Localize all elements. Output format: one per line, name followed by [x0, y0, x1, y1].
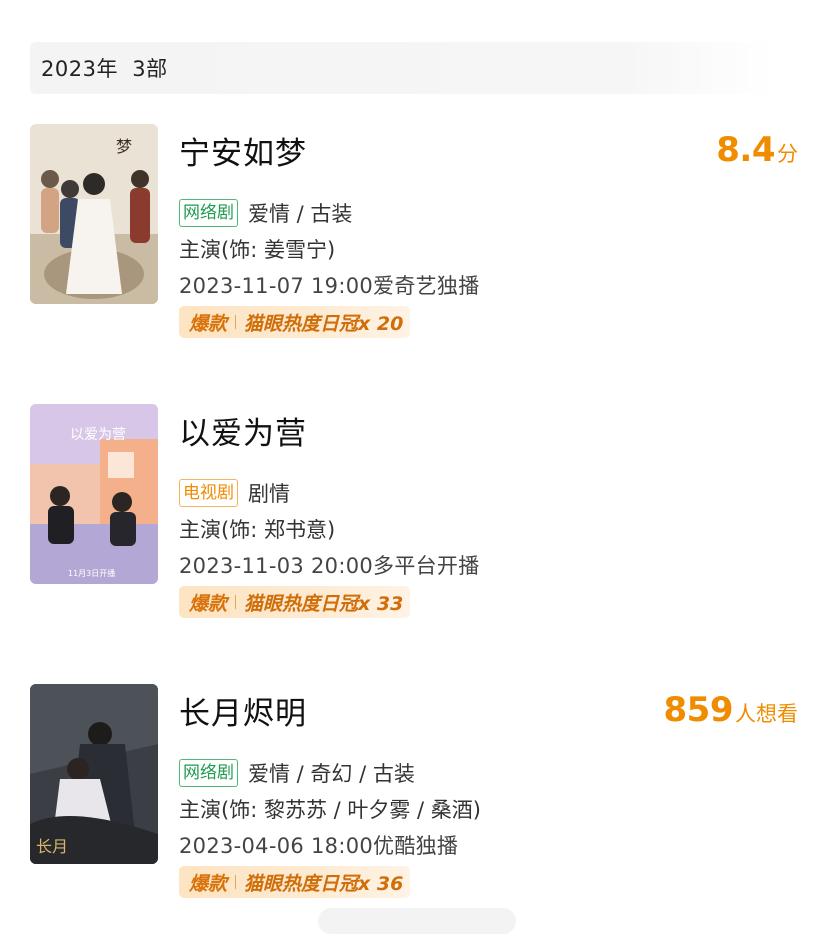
drama-title[interactable]: 长月烬明 [179, 688, 307, 733]
hot-badge: 爆款 猫眼热度日冠x 20 [179, 306, 410, 338]
year-count-label: 2023年 3部 [41, 57, 168, 81]
rating-unit: 分 [777, 142, 798, 166]
release-info: 2023-04-06 18:00优酷独播 [179, 834, 459, 858]
poster-image[interactable]: 以爱为营 11月3日开播 [30, 404, 158, 584]
cast-text: 主演(饰: 郑书意) [179, 518, 336, 542]
want-count-value: 859 [663, 690, 734, 730]
hot-rank-text: 猫眼热度日冠x 20 [244, 312, 404, 335]
cast-text: 主演(饰: 黎苏苏 / 叶夕雾 / 桑酒) [179, 798, 481, 822]
hot-badge: 爆款 猫眼热度日冠x 33 [179, 586, 410, 618]
want-count-unit: 人想看 [735, 702, 798, 726]
drama-title[interactable]: 宁安如梦 [179, 128, 307, 173]
drama-card[interactable]: 长月 长月烬明 859 人想看 网络剧 爱情 / 奇幻 / 古装 主演(饰: 黎… [30, 684, 810, 898]
rating-value: 8.4 [716, 130, 775, 170]
hot-divider [235, 595, 237, 609]
svg-text:11月3日开播: 11月3日开播 [68, 568, 115, 578]
want-to-watch-count: 859 人想看 [664, 690, 798, 730]
hot-badge: 爆款 猫眼热度日冠x 36 [179, 866, 410, 898]
hot-tag: 爆款 [189, 872, 228, 895]
hot-divider [235, 315, 237, 329]
cast-text: 主演(饰: 姜雪宁) [179, 238, 336, 262]
type-badge: 网络剧 [179, 199, 238, 227]
hot-divider [235, 875, 237, 889]
drama-title[interactable]: 以爱为营 [179, 408, 307, 453]
type-badge: 电视剧 [179, 479, 238, 507]
hot-tag: 爆款 [189, 592, 228, 615]
type-genre-row: 电视剧 剧情 [179, 478, 290, 508]
type-genre-row: 网络剧 爱情 / 古装 [179, 198, 352, 228]
genre-text: 爱情 / 古装 [248, 202, 353, 226]
hot-tag: 爆款 [189, 312, 228, 335]
drama-card[interactable]: 以爱为营 11月3日开播 以爱为营 电视剧 剧情 主演(饰: 郑书意) 2023… [30, 404, 810, 618]
type-genre-row: 网络剧 爱情 / 奇幻 / 古装 [179, 758, 415, 788]
hot-rank-text: 猫眼热度日冠x 36 [244, 872, 404, 895]
svg-text:以爱为营: 以爱为营 [70, 427, 126, 443]
poster-image[interactable]: 梦 [30, 124, 158, 304]
year-section-header: 2023年 3部 [30, 42, 774, 94]
release-info: 2023-11-03 20:00多平台开播 [179, 554, 480, 578]
release-info: 2023-11-07 19:00爱奇艺独播 [179, 274, 480, 298]
poster-image[interactable]: 长月 [30, 684, 158, 864]
genre-text: 爱情 / 奇幻 / 古装 [248, 762, 415, 786]
genre-text: 剧情 [248, 482, 290, 506]
watermark [318, 908, 516, 934]
drama-card[interactable]: 梦 宁安如梦 8.4 分 网络剧 爱情 / 古装 主演(饰: 姜雪宁) 2023… [30, 124, 810, 338]
hot-rank-text: 猫眼热度日冠x 33 [244, 592, 404, 615]
type-badge: 网络剧 [179, 759, 238, 787]
rating-score: 8.4 分 [716, 130, 798, 170]
svg-text:长月: 长月 [36, 837, 68, 856]
svg-text:梦: 梦 [116, 137, 132, 156]
